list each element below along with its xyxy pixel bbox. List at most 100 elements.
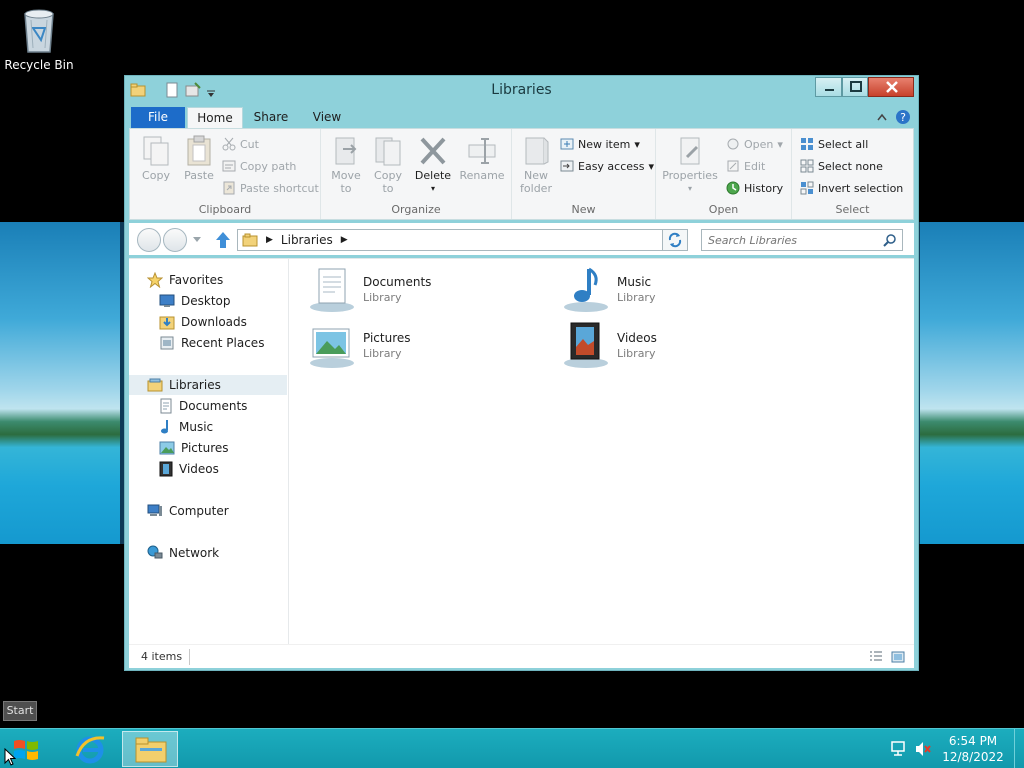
new-folder-button[interactable]: New folder [518, 135, 554, 195]
show-desktop-button[interactable] [1014, 729, 1024, 768]
copy-to-icon [375, 137, 401, 166]
address-bar[interactable]: ▶ Libraries ▶ ▼ [237, 229, 687, 251]
details-view-icon[interactable] [869, 650, 883, 664]
clock-time: 6:54 PM [948, 734, 998, 748]
select-all-button[interactable]: Select all [800, 135, 868, 153]
maximize-icon [850, 81, 862, 92]
nav-item-music[interactable]: Music [129, 417, 287, 437]
status-bar: 4 items [129, 644, 914, 668]
move-to-button[interactable]: Move to [329, 135, 363, 195]
library-tile-videos[interactable]: Videos Library [547, 321, 767, 371]
rename-icon [468, 138, 496, 164]
library-tile-documents[interactable]: Documents Library [293, 265, 513, 315]
search-icon[interactable] [883, 234, 896, 247]
recycle-bin-shortcut[interactable]: Recycle Bin [4, 6, 74, 72]
minimize-icon [825, 89, 834, 91]
maximize-button[interactable] [842, 77, 868, 97]
select-none-button[interactable]: Select none [800, 157, 883, 175]
paste-shortcut-button[interactable]: Paste shortcut [222, 179, 319, 197]
copy-to-button[interactable]: Copy to [371, 135, 405, 195]
tab-file[interactable]: File [131, 107, 185, 129]
nav-item-favorites[interactable]: Favorites [129, 270, 287, 290]
close-button[interactable] [868, 77, 914, 97]
title-bar[interactable]: Libraries [125, 76, 918, 104]
help-icon[interactable]: ? [895, 109, 911, 125]
nav-item-videos[interactable]: Videos [129, 459, 287, 479]
back-button[interactable] [137, 228, 161, 252]
cut-button[interactable]: Cut [222, 135, 259, 153]
select-all-icon [801, 138, 813, 150]
new-group: New folder New item ▾ Easy access ▾ New [512, 129, 656, 219]
explorer-window: Libraries File Home Share View ? Copy Pa… [124, 75, 919, 671]
library-tile-music[interactable]: Music Library [547, 265, 767, 315]
window-title: Libraries [491, 82, 552, 98]
new-item-button[interactable]: New item ▾ [560, 135, 640, 153]
breadcrumb-libraries[interactable]: Libraries [281, 233, 333, 247]
nav-item-recent-places[interactable]: Recent Places [129, 333, 287, 353]
file-list-pane: Documents Library Music Library Pictures… [291, 259, 914, 645]
recent-locations-chevron-icon[interactable] [193, 237, 201, 243]
edit-button[interactable]: Edit [726, 157, 765, 175]
delete-button[interactable]: Delete ▾ [413, 135, 453, 195]
volume-muted-icon[interactable] [914, 740, 932, 758]
library-tile-pictures[interactable]: Pictures Library [293, 321, 513, 371]
minimize-button[interactable] [815, 77, 842, 97]
pictures-icon [159, 441, 175, 455]
internet-explorer-button[interactable] [62, 731, 118, 767]
rename-button[interactable]: Rename [459, 135, 505, 182]
history-button[interactable]: History [726, 179, 783, 197]
nav-item-libraries[interactable]: Libraries [129, 375, 287, 395]
clock-date: 12/8/2022 [942, 750, 1004, 764]
nav-item-network[interactable]: Network [129, 543, 287, 563]
nav-item-downloads[interactable]: Downloads [129, 312, 287, 332]
new-item-icon [560, 138, 574, 150]
downloads-folder-icon [159, 316, 175, 330]
nav-item-desktop[interactable]: Desktop [129, 291, 287, 311]
library-type: Library [617, 347, 656, 360]
organize-group-label: Organize [391, 203, 441, 216]
music-note-icon [161, 420, 168, 434]
library-type: Library [617, 291, 656, 304]
library-name: Documents [363, 275, 432, 289]
open-button[interactable]: Open ▾ [726, 135, 783, 153]
invert-selection-button[interactable]: Invert selection [800, 179, 903, 197]
properties-button[interactable]: Properties ▾ [662, 135, 718, 195]
documents-library-icon [310, 268, 354, 312]
file-explorer-icon [135, 737, 167, 763]
refresh-button[interactable] [662, 229, 688, 251]
select-group-label: Select [835, 203, 870, 216]
file-explorer-button[interactable] [122, 731, 178, 767]
easy-access-button[interactable]: Easy access ▾ [560, 157, 654, 175]
recycle-bin-label: Recycle Bin [4, 58, 74, 72]
paste-button[interactable]: Paste [180, 135, 218, 182]
windows-logo-icon [14, 740, 38, 760]
system-clock[interactable]: 6:54 PM 12/8/2022 [942, 733, 1004, 765]
select-group: Select all Select none Invert selection … [792, 129, 913, 219]
minimize-ribbon-chevron-icon[interactable] [877, 113, 887, 121]
delete-x-icon [420, 137, 446, 165]
search-input[interactable] [708, 232, 878, 248]
copy-icon [143, 136, 169, 166]
tab-share[interactable]: Share [245, 107, 297, 129]
breadcrumb-separator-icon[interactable]: ▶ [266, 235, 273, 245]
library-name: Pictures [363, 331, 411, 345]
breadcrumb-child-chevron-icon[interactable]: ▶ [341, 235, 348, 245]
start-tooltip: Start [3, 701, 37, 721]
large-icons-view-icon[interactable] [891, 650, 905, 664]
nav-item-pictures[interactable]: Pictures [129, 438, 287, 458]
up-arrow-icon[interactable] [215, 231, 231, 249]
network-icon [147, 545, 163, 559]
search-box[interactable] [701, 229, 903, 251]
copy-button[interactable]: Copy [138, 135, 174, 182]
easy-access-icon [560, 160, 574, 172]
tab-view[interactable]: View [301, 107, 353, 129]
network-tray-icon[interactable] [890, 740, 908, 758]
copy-path-button[interactable]: Copy path [222, 157, 296, 175]
internet-explorer-icon [75, 736, 105, 764]
tab-home[interactable]: Home [187, 107, 243, 129]
nav-item-documents[interactable]: Documents [129, 396, 287, 416]
forward-button[interactable] [163, 228, 187, 252]
svg-text:?: ? [900, 111, 906, 124]
nav-item-computer[interactable]: Computer [129, 501, 287, 521]
item-count: 4 items [141, 650, 183, 663]
